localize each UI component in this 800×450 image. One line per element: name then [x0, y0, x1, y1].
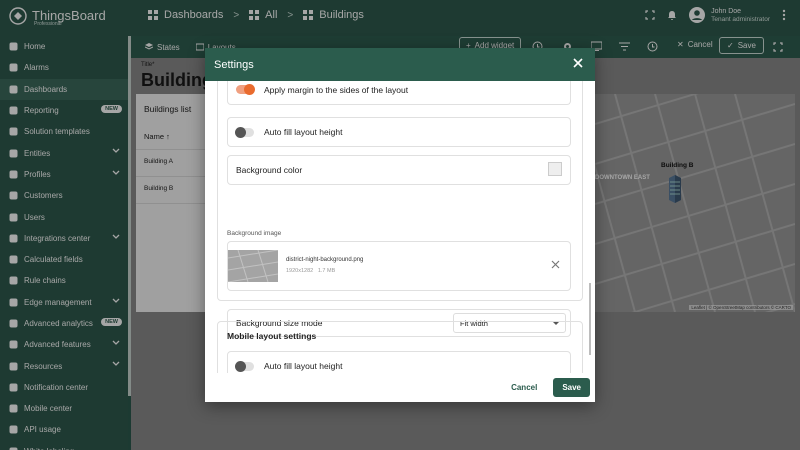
cancel-button[interactable]: Cancel: [505, 378, 543, 397]
background-image-thumbnail: [228, 250, 278, 282]
dialog-header: Settings: [205, 48, 595, 81]
background-image-file: district-night-background.png 1920x1282 …: [227, 241, 571, 291]
close-icon[interactable]: [573, 58, 583, 68]
mobile-auto-fill-label: Auto fill layout height: [264, 361, 343, 371]
file-size: 1.7 MB: [317, 268, 336, 274]
apply-margin-label: Apply margin to the sides of the layout: [264, 84, 409, 95]
auto-fill-toggle[interactable]: [235, 126, 254, 138]
auto-fill-row[interactable]: Auto fill layout height: [227, 117, 571, 147]
file-dimensions: 1920x1282: [286, 268, 314, 274]
background-color-row[interactable]: Background color: [227, 155, 571, 185]
apply-margin-row[interactable]: Apply margin to the sides of the layout: [227, 81, 571, 105]
save-button[interactable]: Save: [553, 378, 590, 397]
apply-margin-toggle[interactable]: [236, 84, 255, 95]
dialog-footer: Cancel Save: [205, 373, 595, 402]
mobile-auto-fill-row[interactable]: Auto fill layout height: [227, 351, 571, 373]
settings-dialog: Settings Apply margin to the sides of th…: [205, 48, 595, 402]
dialog-title: Settings: [214, 58, 254, 71]
file-name: district-night-background.png: [286, 257, 364, 263]
background-color-swatch[interactable]: [548, 162, 562, 176]
remove-file-icon[interactable]: [551, 260, 560, 269]
background-color-label: Background color: [236, 165, 303, 175]
background-image-label: Background image: [227, 230, 282, 237]
dialog-scrollbar[interactable]: [589, 283, 591, 355]
dialog-body: Apply margin to the sides of the layout …: [205, 81, 595, 373]
file-meta: 1920x1282 1.7 MB: [286, 268, 335, 274]
auto-fill-label: Auto fill layout height: [264, 127, 343, 137]
mobile-auto-fill-toggle[interactable]: [235, 360, 254, 372]
mobile-layout-title: Mobile layout settings: [227, 331, 317, 341]
